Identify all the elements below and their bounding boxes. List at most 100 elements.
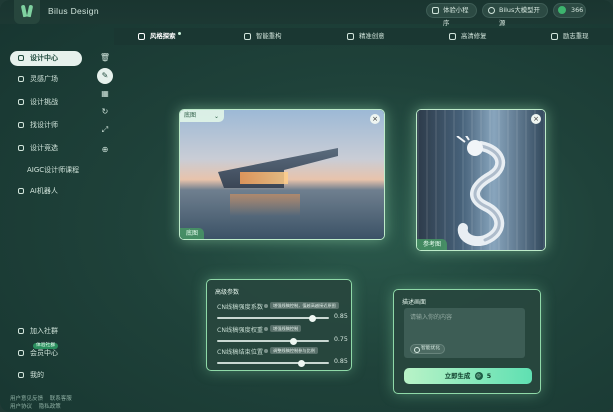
param-label: CN线稿强度权重 (217, 327, 264, 334)
sparkle-icon (347, 33, 354, 40)
mini-program-button[interactable]: 体验小程序 (426, 3, 477, 27)
tab-label: 励志重现 (563, 32, 589, 40)
generate-button[interactable]: 立即生成 ◎ 5 (404, 368, 532, 384)
image-type-value: 底图 (184, 112, 197, 119)
sidebar-item-label: 设计中心 (30, 54, 58, 62)
info-icon[interactable] (264, 349, 268, 353)
add-icon[interactable]: ⊕ (97, 142, 113, 158)
coin-icon (558, 6, 566, 14)
sidebar-item-inspiration[interactable]: 灵感广场 (10, 72, 82, 87)
privacy-link[interactable]: 隐私政策 (39, 404, 61, 410)
description-placeholder: 请输入你的内容 (410, 314, 453, 321)
sidebar-item-mine[interactable]: 我的 (10, 368, 82, 383)
param-hint: 调整线稿控制参与比例 (270, 347, 318, 354)
param-hint: 增强线稿控制 (270, 325, 302, 332)
rebuild-icon (244, 33, 251, 40)
app-window: Bilus Design 体验小程序 Bilus大模型开源 366 设计中心 灵… (0, 0, 613, 412)
param-hint: 增强线稿控制，值越高越接近原图 (270, 302, 339, 309)
description-panel: 描述画面 请输入你的内容 智能优化 立即生成 ◎ 5 (393, 289, 541, 394)
big-model-button[interactable]: Bilus大模型开源 (482, 3, 548, 27)
slider-track[interactable] (217, 314, 329, 322)
sidebar-item-label: 加入社群 (30, 327, 58, 335)
tab-label: 风格探索 (150, 32, 176, 40)
slider-knob[interactable] (289, 337, 297, 345)
dragon-sculpture (456, 136, 506, 246)
generate-label: 立即生成 (444, 372, 471, 380)
coin-icon: ◎ (474, 371, 483, 380)
sidebar-item-label: 灵感广场 (30, 75, 58, 83)
reference-image-card[interactable]: × 参考图 (416, 109, 546, 251)
feedback-link[interactable]: 用户意见反馈 (10, 396, 43, 402)
smart-optimize-button[interactable]: 智能优化 (410, 344, 446, 354)
sidebar-footer-links: 用户意见反馈 联系客服 用户协议 隐私政策 (10, 394, 77, 410)
image-repair-icon (449, 33, 456, 40)
sidebar-item-label: 会员中心 (30, 349, 58, 357)
grid-icon[interactable]: ▦ (97, 86, 113, 102)
terms-link[interactable]: 用户协议 (10, 404, 32, 410)
close-icon[interactable]: × (531, 114, 541, 124)
coin-count: 366 (571, 6, 584, 14)
sidebar-item-label: 设计挑战 (30, 98, 58, 106)
robot-icon (488, 7, 495, 14)
sidebar-item-challenge[interactable]: 设计挑战 (10, 95, 82, 110)
slider-track[interactable] (217, 359, 329, 367)
sidebar-item-find-designer[interactable]: 找设计师 (10, 118, 82, 133)
logo-icon (14, 0, 40, 24)
trophy-icon (18, 99, 24, 105)
flag-icon (18, 145, 24, 151)
panel-title: 高级参数 (215, 289, 240, 296)
sidebar-item-label: 我的 (30, 371, 44, 379)
redo-icon[interactable]: ↻ (97, 104, 113, 120)
user-search-icon (18, 122, 24, 128)
coin-balance[interactable]: 366 (553, 3, 586, 18)
info-icon[interactable] (264, 304, 268, 308)
brand-name: Bilus Design (48, 6, 99, 16)
chevron-down-icon: ⌄ (213, 113, 219, 120)
smart-optimize-label: 智能优化 (421, 346, 441, 351)
sidebar-item-ai-robot[interactable]: AI机器人 (10, 184, 82, 199)
user-icon (18, 372, 24, 378)
expand-icon[interactable]: ⤢ (97, 122, 113, 138)
group-icon (18, 328, 24, 334)
phone-icon (432, 7, 439, 14)
water-reflection (230, 194, 300, 216)
mini-program-label: 体验小程序 (443, 6, 469, 27)
support-link[interactable]: 联系客服 (50, 396, 72, 402)
big-model-label: Bilus大模型开源 (499, 6, 540, 27)
slider-track[interactable] (217, 337, 329, 345)
param-label: CN线稿结束位置 (217, 349, 264, 356)
sidebar-item-label: 设计竞选 (30, 144, 58, 152)
reference-image-label: 参考图 (417, 239, 448, 250)
tab-hd-repair[interactable]: 高清修复 (449, 28, 487, 45)
sidebar-item-label: 找设计师 (30, 121, 58, 129)
param-value: 0.75 (334, 336, 348, 343)
palette-icon (138, 33, 145, 40)
slider-knob[interactable] (308, 314, 316, 322)
base-image-card[interactable]: 底图 ⌄ × 底图 (179, 109, 385, 240)
sidebar-item-competition[interactable]: 设计竞选 (10, 141, 82, 156)
sidebar-item-design-center[interactable]: 设计中心 (10, 51, 82, 66)
tab-label: 精准创意 (359, 32, 385, 40)
close-icon[interactable]: × (370, 114, 380, 124)
sidebar: 设计中心 灵感广场 设计挑战 找设计师 设计竞选 AIGC设计师课程 AI机器人… (0, 24, 95, 412)
info-icon[interactable] (264, 327, 268, 331)
tab-smart-rebuild[interactable]: 智能重构 (244, 28, 282, 45)
sidebar-item-aigc-course[interactable]: AIGC设计师课程 (10, 163, 82, 178)
compass-icon (18, 55, 24, 61)
trash-icon[interactable]: 🗑 (97, 50, 113, 66)
base-image-label: 底图 (180, 228, 205, 239)
tab-reproduce[interactable]: 励志重现 (551, 28, 589, 45)
tab-style-explore[interactable]: 风格探索 (138, 28, 181, 45)
base-image (180, 110, 384, 239)
slider-knob[interactable] (297, 359, 305, 367)
sidebar-item-join-community[interactable]: 加入社群 体验社群 (10, 324, 82, 349)
panel-title: 描述画面 (402, 299, 427, 306)
image-type-select[interactable]: 底图 ⌄ (180, 110, 224, 122)
robot-icon (18, 188, 24, 194)
sidebar-item-label: AIGC设计师课程 (27, 166, 80, 174)
sidebar-item-membership[interactable]: 会员中心 (10, 346, 82, 361)
tab-precise-creative[interactable]: 精准创意 (347, 28, 385, 45)
brush-icon[interactable]: ✎ (97, 68, 113, 84)
mode-tabs: 风格探索 智能重构 精准创意 高清修复 励志重现 (114, 28, 613, 45)
building-lights (240, 172, 288, 184)
